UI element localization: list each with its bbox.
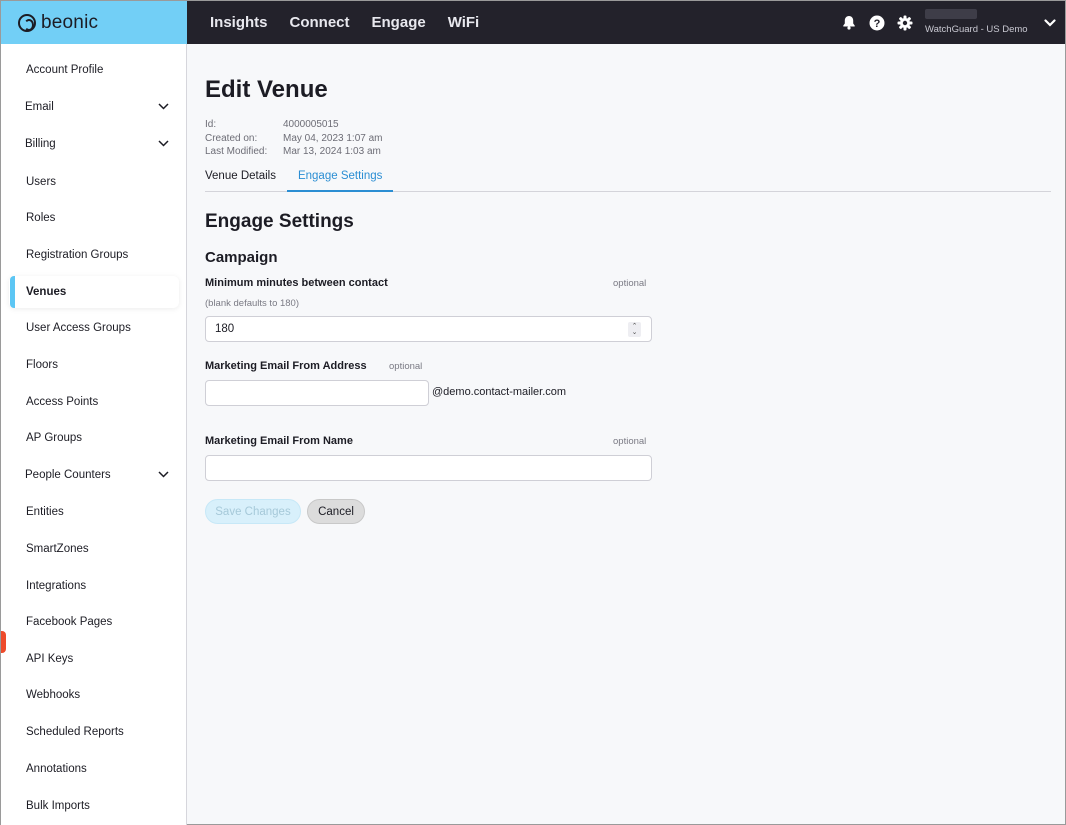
meta-created-label: Created on: [205,132,258,144]
sidebar-item-floors[interactable]: Floors [9,349,179,381]
sidebar-item-registration-groups[interactable]: Registration Groups [9,239,179,271]
gear-icon[interactable] [891,9,919,37]
sidebar-item-account-profile[interactable]: Account Profile [9,54,179,86]
sidebar-item-venues[interactable]: Venues [9,276,179,308]
from-name-label: Marketing Email From Name [205,435,353,447]
sidebar-item-label: Annotations [26,763,87,775]
beonic-logo-icon [18,13,36,32]
sidebar-item-label: Venues [26,286,67,298]
nav-wifi[interactable]: WiFi [448,14,480,31]
sidebar-item-access-points[interactable]: Access Points [9,386,179,418]
from-name-input[interactable] [205,455,652,481]
sidebar-item-label: Entities [26,506,64,518]
sidebar-item-api-keys[interactable]: API Keys [9,643,179,675]
redacted-username [925,9,977,19]
sidebar-item-user-access-groups[interactable]: User Access Groups [9,312,179,344]
sidebar-item-label: Bulk Imports [26,800,90,812]
nav-connect[interactable]: Connect [290,14,350,31]
sidebar-item-label: Email [25,101,54,113]
section-title: Engage Settings [205,211,354,232]
sidebar-item-label: Facebook Pages [26,616,113,628]
chevron-down-icon[interactable] [158,469,169,481]
sidebar-item-scheduled-reports[interactable]: Scheduled Reports [9,716,179,748]
sidebar-item-label: Integrations [26,580,87,592]
from-address-optional: optional [389,361,423,372]
sidebar-item-label: Account Profile [26,64,104,76]
meta-id-label: Id: [205,119,217,130]
tab-venue-details[interactable]: Venue Details [205,166,287,192]
sidebar: Account Profile Email Billing Users Roles Reg… [1,44,187,825]
sidebar-item-label: API Keys [26,653,74,665]
chevron-down-icon[interactable] [1035,18,1065,27]
feedback-tab[interactable] [1,631,6,653]
sidebar-item-annotations[interactable]: Annotations [9,753,179,785]
sidebar-item-people-counters[interactable]: People Counters [9,459,179,491]
sidebar-item-ap-groups[interactable]: AP Groups [9,422,179,454]
min-minutes-label: Minimum minutes between contact [205,277,388,289]
sidebar-item-label: Floors [26,359,58,371]
sidebar-item-label: Scheduled Reports [26,726,124,738]
sidebar-item-label: User Access Groups [26,322,131,334]
meta-modified-label: Last Modified: [205,146,268,157]
nav-engage[interactable]: Engage [372,14,426,31]
chevron-down-icon[interactable] [158,101,169,113]
email-domain-suffix: @demo.contact-mailer.com [432,386,567,398]
venue-meta: Id: 4000005015 Created on: May 04, 2023 1:… [205,118,383,159]
min-minutes-input[interactable]: 180 ⌃ ⌄ [205,316,652,342]
sidebar-item-smartzones[interactable]: SmartZones [9,533,179,565]
sidebar-item-label: Billing [25,138,56,150]
min-minutes-value: 180 [215,323,235,335]
sidebar-item-label: Webhooks [26,689,81,701]
main-nav: Insights Connect Engage WiFi [210,1,479,44]
sidebar-item-bulk-imports[interactable]: Bulk Imports [9,790,179,822]
nav-insights[interactable]: Insights [210,14,268,31]
min-minutes-optional: optional [613,278,647,289]
svg-text:?: ? [874,18,881,30]
sidebar-item-entities[interactable]: Entities [9,496,179,528]
number-spinner-icon[interactable]: ⌃ ⌄ [628,322,641,337]
meta-modified-value: Mar 13, 2024 1:03 am [283,146,381,157]
save-changes-button[interactable]: Save Changes [205,499,301,524]
top-bar: beonic Insights Connect Engage WiFi ? Wa… [1,1,1065,44]
brand-name: beonic [41,11,99,33]
subsection-title: Campaign [205,249,278,266]
from-address-input[interactable] [205,380,429,406]
from-name-optional: optional [613,436,647,447]
cancel-button[interactable]: Cancel [307,499,365,524]
tab-engage-settings[interactable]: Engage Settings [286,166,394,192]
sidebar-item-roles[interactable]: Roles [9,202,179,234]
page-title: Edit Venue [205,76,328,103]
header-actions: ? WatchGuard - US Demo [835,1,1065,44]
meta-id-value: 4000005015 [283,119,339,130]
venue-tabs: Venue Details Engage Settings [205,166,1051,192]
sidebar-item-integrations[interactable]: Integrations [9,570,179,602]
sidebar-item-users[interactable]: Users [9,166,179,198]
sidebar-item-label: Access Points [26,396,99,408]
sidebar-item-webhooks[interactable]: Webhooks [9,679,179,711]
sidebar-item-billing[interactable]: Billing [9,128,179,160]
sidebar-item-label: Roles [26,212,56,224]
chevron-down-icon[interactable] [158,138,169,150]
from-address-label: Marketing Email From Address [205,360,367,372]
sidebar-item-label: SmartZones [26,543,89,555]
sidebar-item-email[interactable]: Email [9,91,179,123]
sidebar-item-label: AP Groups [26,432,83,444]
brand-logo[interactable]: beonic [1,1,187,44]
sidebar-item-label: Users [26,176,57,188]
sidebar-item-label: Registration Groups [26,249,129,261]
help-icon[interactable]: ? [863,9,891,37]
user-menu[interactable]: WatchGuard - US Demo [925,1,1035,44]
sidebar-item-label: People Counters [25,469,111,481]
meta-created-value: May 04, 2023 1:07 am [283,132,383,144]
bell-icon[interactable] [835,9,863,37]
org-name: WatchGuard - US Demo [925,24,1028,35]
min-minutes-hint: (blank defaults to 180) [205,298,300,309]
sidebar-item-facebook-pages[interactable]: Facebook Pages [9,606,179,638]
